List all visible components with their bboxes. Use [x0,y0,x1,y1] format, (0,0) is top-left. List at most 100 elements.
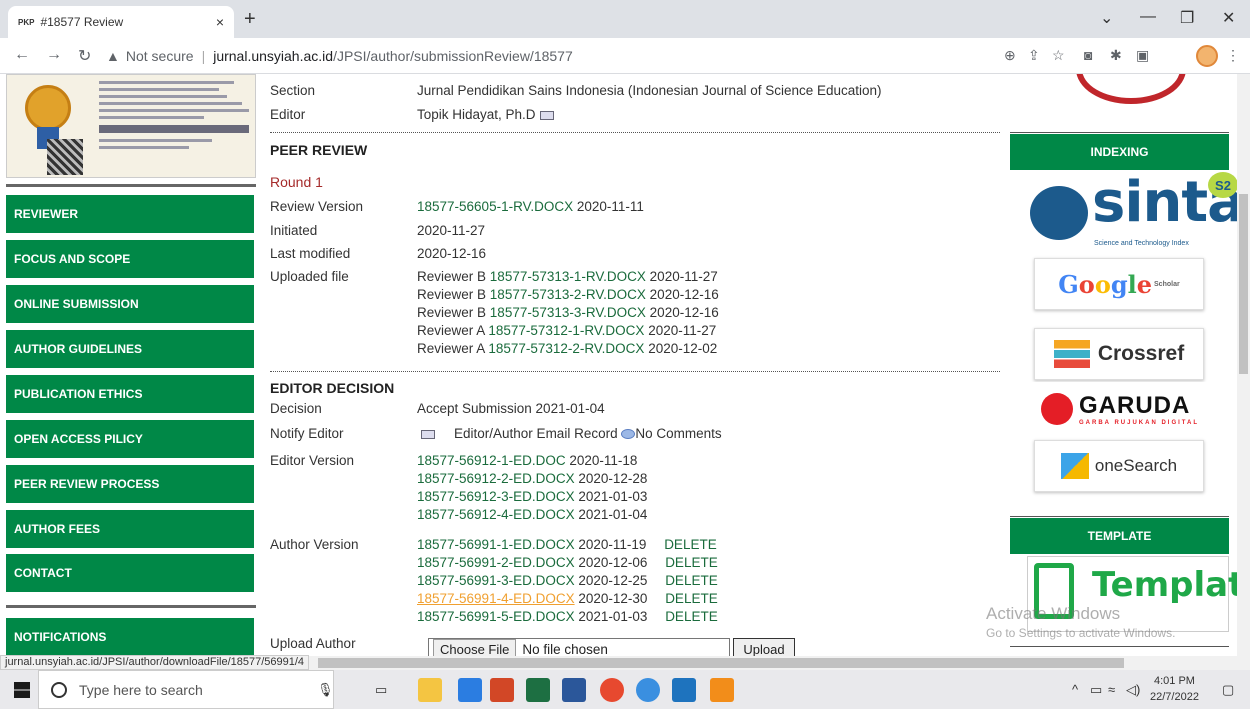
microphone-icon[interactable]: 🎙 [317,682,334,698]
forward-arrow-icon[interactable]: → [46,46,62,64]
sidebar-item-contact[interactable]: CONTACT [6,554,254,592]
share-icon[interactable]: ⇪ [1028,47,1040,64]
choose-file-button[interactable]: Choose File [433,638,517,656]
editor-version-file-link[interactable]: 18577-56912-4-ED.DOCX [417,507,575,522]
app-orange-icon[interactable] [710,678,734,702]
bookmark-star-icon[interactable]: ☆ [1052,47,1065,64]
author-version-date: 2021-01-03 [578,609,648,624]
notifications-icon[interactable]: ▢ [1222,682,1234,698]
author-version-date: 2020-11-19 [578,537,647,552]
upload-author-label: Upload Author [270,636,356,651]
delete-link[interactable]: DELETE [665,609,718,624]
task-view-icon[interactable]: ▭ [375,682,387,698]
reviewer-file-link[interactable]: 18577-57313-3-RV.DOCX [490,305,646,320]
powerpoint-icon[interactable] [490,678,514,702]
sidebar-item-notifications[interactable]: NOTIFICATIONS [6,618,254,656]
sinta-emblem-icon [1030,186,1088,240]
editor-version-row: 18577-56912-4-ED.DOCX 2021-01-04 [417,507,647,522]
wifi-icon[interactable]: ≈ [1108,682,1115,697]
url-path: /JPSI/author/submissionReview/18577 [333,48,573,64]
back-arrow-icon[interactable]: ← [14,46,30,64]
delete-link[interactable]: DELETE [665,555,718,570]
delete-link[interactable]: DELETE [665,591,718,606]
media-icon[interactable] [672,678,696,702]
reload-icon[interactable]: ↻ [78,46,91,66]
tab-close-icon[interactable]: × [216,14,224,30]
email-envelope-icon[interactable] [539,110,554,120]
new-tab-button[interactable]: + [244,8,256,31]
uploaded-file-row: Reviewer A 18577-57312-1-RV.DOCX 2020-11… [417,323,716,338]
restore-button[interactable]: ❐ [1180,8,1194,28]
url-separator: | [201,48,206,64]
garuda-logo[interactable]: GARUDA GARBA RUJUKAN DIGITAL [1010,382,1230,436]
upload-button[interactable]: Upload [733,638,795,656]
sidebar-item-focus-and-scope[interactable]: FOCUS AND SCOPE [6,240,254,278]
sinta-logo[interactable]: sinta S2 Science and Technology Index [1024,170,1237,252]
comment-bubble-icon[interactable] [621,429,636,440]
tab-title: #18577 Review [40,15,124,29]
author-version-file-link[interactable]: 18577-56991-3-ED.DOCX [417,573,575,588]
tray-chevron-icon[interactable]: ^ [1072,682,1078,697]
last-modified-value: 2020-12-16 [417,246,487,261]
minimize-button[interactable]: — [1140,8,1156,26]
windows-start-icon[interactable] [14,682,30,698]
author-version-date: 2020-12-25 [578,573,648,588]
email-record-link[interactable]: Editor/Author Email Record [454,426,618,441]
author-version-file-link[interactable]: 18577-56991-2-ED.DOCX [417,555,575,570]
status-bar-url: jurnal.unsyiah.ac.id/JPSI/author/downloa… [0,655,310,670]
tab-search-icon[interactable]: ⌄ [1100,8,1113,28]
close-window-button[interactable]: ✕ [1222,8,1235,28]
author-version-file-link[interactable]: 18577-56991-4-ED.DOCX [417,591,575,606]
chrome-profile-icon[interactable] [636,678,660,702]
sidebar-item-online-submission[interactable]: ONLINE SUBMISSION [6,285,254,323]
vertical-scrollbar[interactable] [1237,74,1250,656]
email-envelope-icon[interactable] [421,429,435,439]
url-omnibox[interactable]: ▲ Not secure | jurnal.unsyiah.ac.id /JPS… [106,42,986,70]
word-icon[interactable] [562,678,586,702]
author-version-file-link[interactable]: 18577-56991-1-ED.DOCX [417,537,575,552]
volume-icon[interactable]: ◁) [1126,682,1140,698]
system-clock[interactable]: 4:01 PM 22/7/2022 [1150,673,1199,705]
puzzle-icon[interactable]: ✱ [1110,47,1122,64]
sidebar-item-author-guidelines[interactable]: AUTHOR GUIDELINES [6,330,254,368]
extension-icon[interactable]: ◙ [1084,47,1092,63]
activate-windows-watermark: Activate Windows [986,604,1121,623]
browser-tab[interactable]: PKP #18577 Review × [8,6,234,38]
browser-tab-bar: PKP #18577 Review × + ⌄ — ❐ ✕ [0,0,1250,38]
google-scholar-logo[interactable]: Google Scholar [1034,258,1204,310]
file-explorer-icon[interactable] [418,678,442,702]
editor-version-file-link[interactable]: 18577-56912-2-ED.DOCX [417,471,575,486]
delete-link[interactable]: DELETE [664,537,717,552]
sidebar-item-peer-review-process[interactable]: PEER REVIEW PROCESS [6,465,254,503]
side-panel-icon[interactable]: ▣ [1136,47,1149,64]
vertical-scroll-thumb[interactable] [1239,194,1248,374]
sidebar-item-publication-ethics[interactable]: PUBLICATION ETHICS [6,375,254,413]
excel-icon[interactable] [526,678,550,702]
editor-version-row: 18577-56912-1-ED.DOC 2020-11-18 [417,453,637,468]
chrome-icon[interactable] [600,678,624,702]
zoom-icon[interactable]: ⊕ [1004,47,1016,64]
reviewer-file-link[interactable]: 18577-57313-1-RV.DOCX [490,269,646,284]
crossref-logo[interactable]: Crossref [1034,328,1204,380]
review-version-file-link[interactable]: 18577-56605-1-RV.DOCX [417,199,573,214]
accreditation-certificate-image [6,74,256,178]
sidebar-item-author-fees[interactable]: AUTHOR FEES [6,510,254,548]
profile-avatar[interactable] [1196,45,1218,67]
delete-link[interactable]: DELETE [665,573,718,588]
menu-dots-icon[interactable]: ⋮ [1226,47,1240,64]
taskbar-search-box[interactable]: Type here to search [38,670,334,709]
author-version-file-link[interactable]: 18577-56991-5-ED.DOCX [417,609,575,624]
editor-version-file-link[interactable]: 18577-56912-3-ED.DOCX [417,489,575,504]
reviewer-file-link[interactable]: 18577-57312-2-RV.DOCX [488,341,644,356]
file-input[interactable]: Choose File No file chosen [428,638,730,656]
reviewer-file-link[interactable]: 18577-57312-1-RV.DOCX [488,323,644,338]
sidebar-item-reviewer[interactable]: REVIEWER [6,195,254,233]
battery-icon[interactable]: ▭ [1090,682,1102,698]
sidebar-item-open-access-policy[interactable]: OPEN ACCESS PILICY [6,420,254,458]
clock-date: 22/7/2022 [1150,691,1199,703]
reviewer-file-link[interactable]: 18577-57313-2-RV.DOCX [490,287,646,302]
editor-version-file-link[interactable]: 18577-56912-1-ED.DOC [417,453,566,468]
horizontal-scroll-thumb[interactable] [318,658,1124,668]
onesearch-logo[interactable]: oneSearch [1034,440,1204,492]
app-icon[interactable] [458,678,482,702]
